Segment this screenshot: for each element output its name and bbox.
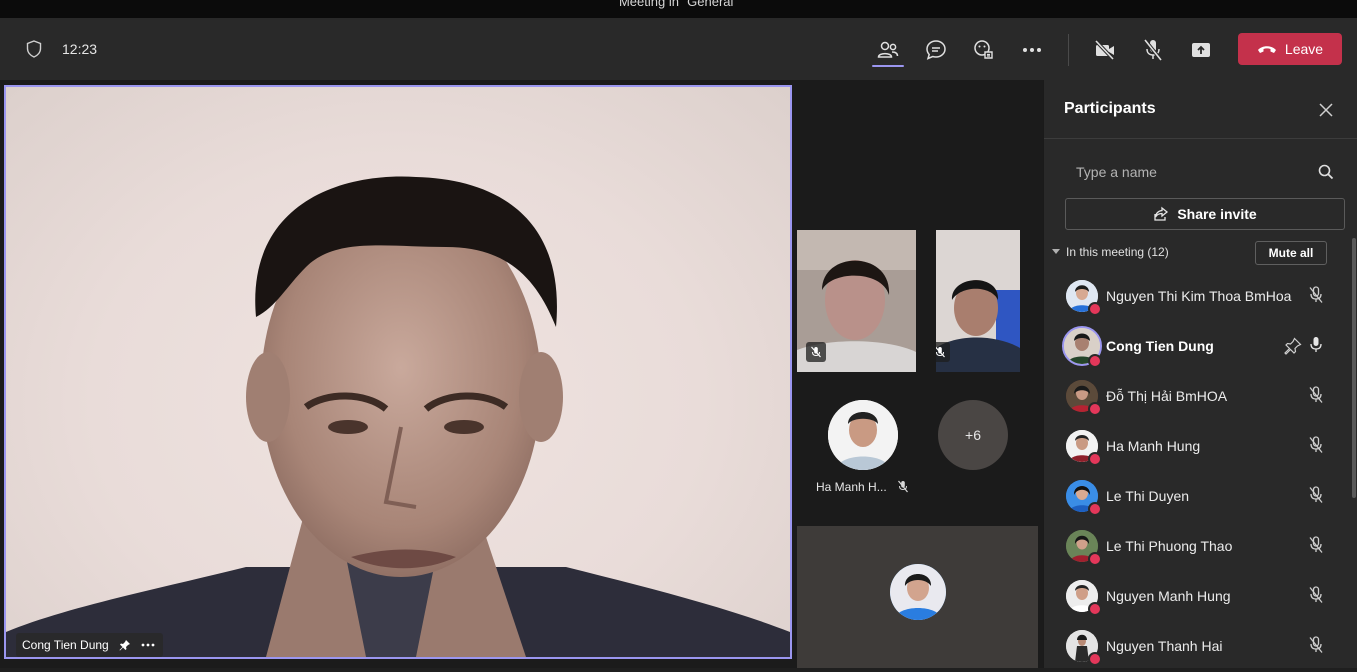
mic-off-icon[interactable] xyxy=(1308,586,1324,604)
video-tile[interactable] xyxy=(936,230,1020,372)
participant-name: Nguyen Thanh Hai xyxy=(1106,638,1223,654)
participant-row[interactable]: Le Thi Phuong Thao xyxy=(1044,522,1344,572)
main-video-name-badge: Cong Tien Dung xyxy=(16,633,163,657)
search-icon[interactable] xyxy=(1318,164,1334,180)
panel-divider xyxy=(1044,138,1357,139)
more-icon xyxy=(1023,48,1041,52)
share-tray-icon xyxy=(1192,43,1210,57)
mute-all-label: Mute all xyxy=(1268,246,1314,260)
chat-button[interactable] xyxy=(920,34,952,66)
share-content-button[interactable] xyxy=(1185,34,1217,66)
participant-name: Le Thi Duyen xyxy=(1106,488,1190,504)
window-title: Meeting in "General" xyxy=(618,0,739,9)
tile-muted-indicator xyxy=(806,342,826,362)
presence-dot xyxy=(1088,354,1102,368)
close-panel-button[interactable] xyxy=(1318,100,1334,120)
mic-off-icon xyxy=(811,346,821,358)
active-tab-indicator xyxy=(872,65,904,67)
participant-row[interactable]: Nguyen Thanh Hai xyxy=(1044,622,1344,672)
chat-icon xyxy=(926,40,946,60)
main-video-name: Cong Tien Dung xyxy=(22,638,109,652)
participant-row[interactable]: Cong Tien Dung xyxy=(1044,322,1344,372)
participant-name: Cong Tien Dung xyxy=(1106,338,1214,354)
camera-off-icon xyxy=(1094,39,1115,61)
pin-icon[interactable] xyxy=(1284,337,1302,355)
participant-search[interactable]: Type a name xyxy=(1064,154,1344,188)
camera-toggle-button[interactable] xyxy=(1089,34,1121,66)
mic-off-icon[interactable] xyxy=(1308,386,1324,404)
chevron-down-icon xyxy=(1052,249,1060,254)
mic-off-icon[interactable] xyxy=(1308,486,1324,504)
participant-row[interactable]: Ha Manh Hung xyxy=(1044,422,1344,472)
leave-button[interactable]: Leave xyxy=(1238,33,1342,65)
participant-row[interactable]: Đỗ Thị Hải BmHOA xyxy=(1044,372,1344,422)
participant-row[interactable]: Nguyen Manh Hung xyxy=(1044,572,1344,622)
shield-icon[interactable] xyxy=(24,39,44,59)
mute-all-button[interactable]: Mute all xyxy=(1255,241,1327,265)
meeting-timer: 12:23 xyxy=(62,41,98,57)
presence-dot xyxy=(1088,652,1102,666)
mic-off-icon xyxy=(936,346,945,358)
mic-off-icon[interactable] xyxy=(1308,536,1324,554)
presence-dot xyxy=(1088,552,1102,566)
participant-name: Ha Manh Hung xyxy=(1106,438,1201,454)
reactions-button[interactable] xyxy=(968,34,1000,66)
meeting-toolbar: 12:23 Leave xyxy=(0,18,1357,80)
video-tile[interactable] xyxy=(797,230,916,372)
avatar xyxy=(828,400,898,470)
avatar-tile[interactable]: Ha Manh H... xyxy=(810,398,920,498)
main-video-tile[interactable]: Cong Tien Dung xyxy=(4,85,792,659)
overflow-participants-button[interactable]: +6 xyxy=(938,400,1008,470)
close-icon xyxy=(1319,103,1333,117)
participant-name: Nguyen Thi Kim Thoa BmHoa xyxy=(1106,288,1292,304)
phone-hangup-icon xyxy=(1257,46,1276,53)
section-header[interactable]: In this meeting (12) xyxy=(1052,245,1169,259)
participant-video-image xyxy=(6,176,790,657)
tile-muted-indicator xyxy=(936,342,950,362)
search-input[interactable]: Type a name xyxy=(1076,164,1157,180)
mic-off-icon[interactable] xyxy=(1308,636,1324,654)
presence-dot xyxy=(1088,452,1102,466)
avatar-photo xyxy=(890,564,946,620)
participant-name: Le Thi Phuong Thao xyxy=(1106,538,1233,554)
avatar-tile-name: Ha Manh H... xyxy=(816,480,887,494)
presence-dot xyxy=(1088,402,1102,416)
participant-row[interactable]: Nguyen Thi Kim Thoa BmHoa xyxy=(1044,272,1344,322)
more-actions-button[interactable] xyxy=(1016,34,1048,66)
presence-dot xyxy=(1088,302,1102,316)
mic-off-icon xyxy=(898,480,908,493)
more-icon[interactable] xyxy=(141,643,155,647)
participants-button[interactable] xyxy=(872,34,904,67)
video-tile[interactable] xyxy=(797,526,1038,668)
mic-icon[interactable] xyxy=(1308,336,1324,354)
presence-dot xyxy=(1088,602,1102,616)
leave-label: Leave xyxy=(1284,41,1324,57)
participant-name: Nguyen Manh Hung xyxy=(1106,588,1231,604)
participant-row[interactable]: Le Thi Duyen xyxy=(1044,472,1344,522)
participants-panel: Participants Type a name Share invite In… xyxy=(1043,80,1357,668)
meeting-stage: Cong Tien Dung Ha Manh H... +6 xyxy=(0,80,1043,668)
presence-dot xyxy=(1088,502,1102,516)
share-invite-label: Share invite xyxy=(1177,206,1257,222)
mic-off-icon[interactable] xyxy=(1308,286,1324,304)
mic-off-icon xyxy=(1143,38,1163,62)
window-title-bar: Meeting in "General" xyxy=(0,0,1357,18)
share-invite-button[interactable]: Share invite xyxy=(1065,198,1345,230)
section-label: In this meeting (12) xyxy=(1066,245,1169,259)
reactions-icon xyxy=(974,40,993,59)
people-icon xyxy=(877,41,899,58)
overflow-count: +6 xyxy=(965,427,981,443)
avatar-photo xyxy=(828,400,898,470)
share-icon xyxy=(1154,206,1169,221)
mic-off-icon[interactable] xyxy=(1308,436,1324,454)
toolbar-divider xyxy=(1068,34,1069,66)
pin-icon[interactable] xyxy=(119,639,131,651)
microphone-toggle-button[interactable] xyxy=(1137,34,1169,66)
scrollbar[interactable] xyxy=(1352,238,1356,498)
participant-name: Đỗ Thị Hải BmHOA xyxy=(1106,388,1228,404)
panel-title: Participants xyxy=(1064,100,1156,117)
avatar xyxy=(890,564,946,620)
